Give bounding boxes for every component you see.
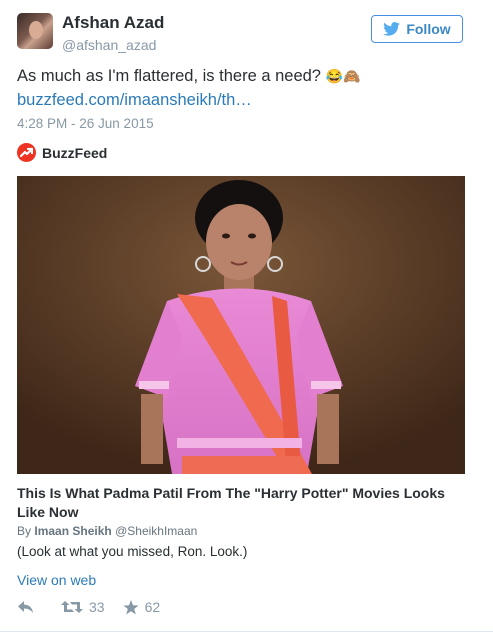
tweet-link[interactable]: buzzfeed.com/imaansheikh/th…	[17, 91, 252, 110]
tweet-text: As much as I'm flattered, is there a nee…	[17, 67, 360, 86]
star-icon	[122, 599, 139, 614]
follow-button[interactable]: Follow	[371, 15, 463, 43]
avatar-face	[29, 21, 43, 39]
retweet-count: 33	[89, 599, 105, 615]
tweet-embed: Afshan Azad @afshan_azad Follow As much …	[0, 0, 493, 634]
follow-label: Follow	[406, 21, 451, 37]
retweet-icon	[61, 601, 83, 613]
byline-handle[interactable]: @SheikhImaan	[115, 524, 197, 538]
card-byline: By Imaan Sheikh @SheikhImaan	[17, 524, 197, 538]
reply-icon	[18, 601, 33, 613]
buzzfeed-logo-icon	[17, 143, 36, 162]
author-handle[interactable]: @afshan_azad	[62, 37, 156, 53]
like-count: 62	[144, 599, 161, 615]
card-title[interactable]: This Is What Padma Patil From The "Harry…	[17, 484, 467, 522]
twitter-bird-icon	[383, 22, 401, 36]
divider	[0, 631, 493, 632]
byline-author[interactable]: Imaan Sheikh	[34, 524, 111, 538]
card-image[interactable]	[17, 176, 465, 474]
card-photo	[17, 176, 465, 474]
card-description: (Look at what you missed, Ron. Look.)	[17, 544, 248, 559]
tweet-text-body: As much as I'm flattered, is there a nee…	[17, 67, 321, 85]
avatar[interactable]	[17, 13, 53, 49]
byline-prefix: By	[17, 524, 32, 538]
tweet-actions: 33 62	[17, 599, 160, 615]
tweet-emojis: 😂🙈	[325, 68, 361, 84]
retweet-action[interactable]: 33	[61, 599, 105, 615]
view-on-web-link[interactable]: View on web	[17, 572, 96, 588]
card-source[interactable]: BuzzFeed	[17, 143, 107, 162]
like-action[interactable]: 62	[122, 599, 161, 615]
reply-action[interactable]	[17, 600, 35, 614]
tweet-timestamp[interactable]: 4:28 PM - 26 Jun 2015	[17, 116, 154, 131]
author-name[interactable]: Afshan Azad	[62, 13, 164, 33]
source-name: BuzzFeed	[42, 144, 108, 161]
